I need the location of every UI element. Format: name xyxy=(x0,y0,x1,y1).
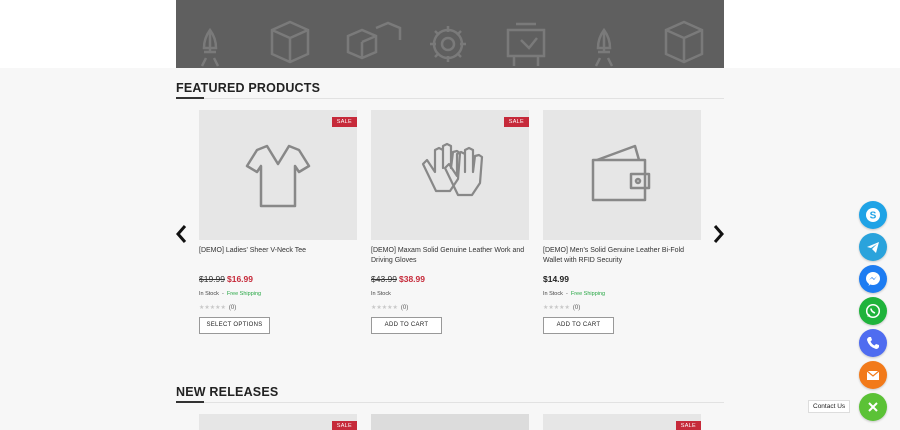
star-icon: ★★★★★ xyxy=(371,305,398,311)
messenger-button[interactable] xyxy=(859,265,887,293)
rating-stars: ★★★★★ (0) xyxy=(371,304,409,312)
chevron-left-icon xyxy=(176,225,187,243)
new-releases-divider xyxy=(176,401,724,403)
product-card: SALE [DEMO] Maxam Solid Genuine Leather … xyxy=(371,110,529,334)
telegram-icon xyxy=(867,242,879,253)
star-icon: ★★★★★ xyxy=(543,305,570,311)
product-card[interactable]: SALE xyxy=(199,414,357,430)
telegram-button[interactable] xyxy=(859,233,887,261)
product-price: $14.99 xyxy=(543,274,569,284)
product-card[interactable] xyxy=(371,414,529,430)
phone-icon xyxy=(867,337,879,349)
close-contact-button[interactable] xyxy=(859,393,887,421)
product-name[interactable]: [DEMO] Men's Solid Genuine Leather Bi-Fo… xyxy=(543,246,701,266)
sale-badge: SALE xyxy=(331,421,357,430)
product-card: [DEMO] Men's Solid Genuine Leather Bi-Fo… xyxy=(543,110,701,334)
product-image[interactable] xyxy=(543,110,701,240)
featured-divider xyxy=(176,97,724,99)
stock-status: In Stock - Free Shipping xyxy=(543,291,606,297)
product-card: SALE [DEMO] Ladies' Sheer V-Neck Tee $19… xyxy=(199,110,357,334)
product-price: $19.99 $16.99 xyxy=(199,274,253,284)
whatsapp-icon xyxy=(865,303,881,319)
close-icon xyxy=(868,402,878,412)
stock-status: In Stock xyxy=(371,291,391,297)
gloves-icon xyxy=(421,142,484,197)
sale-badge: SALE xyxy=(675,421,701,430)
messenger-icon xyxy=(866,272,880,286)
whatsapp-button[interactable] xyxy=(859,297,887,325)
tshirt-icon xyxy=(245,144,311,208)
email-button[interactable] xyxy=(859,361,887,389)
add-to-cart-button[interactable]: ADD TO CART xyxy=(371,317,442,334)
svg-text:S: S xyxy=(870,211,877,222)
product-card[interactable]: SALE xyxy=(543,414,701,430)
featured-products-title: FEATURED PRODUCTS xyxy=(176,81,321,95)
product-image[interactable]: SALE xyxy=(371,110,529,240)
rating-stars: ★★★★★ (0) xyxy=(543,304,581,312)
skype-button[interactable]: S xyxy=(859,201,887,229)
sale-badge: SALE xyxy=(503,117,529,127)
select-options-button[interactable]: SELECT OPTIONS xyxy=(199,317,270,334)
product-price: $43.99 $38.99 xyxy=(371,274,425,284)
contact-us-tooltip: Contact Us xyxy=(808,400,851,413)
stock-status: In Stock - Free Shipping xyxy=(199,291,262,297)
rating-stars: ★★★★★ (0) xyxy=(199,304,237,312)
star-icon: ★★★★★ xyxy=(199,305,226,311)
carousel-next-button[interactable] xyxy=(711,224,725,244)
new-releases-title: NEW RELEASES xyxy=(176,385,279,399)
email-icon xyxy=(866,370,880,380)
wallet-icon xyxy=(591,144,651,202)
banner-pattern-icon xyxy=(200,20,704,67)
add-to-cart-button[interactable]: ADD TO CART xyxy=(543,317,614,334)
hero-banner xyxy=(176,0,724,68)
skype-icon: S xyxy=(866,208,880,222)
phone-button[interactable] xyxy=(859,329,887,357)
sale-badge: SALE xyxy=(331,117,357,127)
product-name[interactable]: [DEMO] Ladies' Sheer V-Neck Tee xyxy=(199,246,357,266)
carousel-prev-button[interactable] xyxy=(175,224,189,244)
product-name[interactable]: [DEMO] Maxam Solid Genuine Leather Work … xyxy=(371,246,529,266)
product-image[interactable]: SALE xyxy=(199,110,357,240)
chevron-right-icon xyxy=(713,225,724,243)
